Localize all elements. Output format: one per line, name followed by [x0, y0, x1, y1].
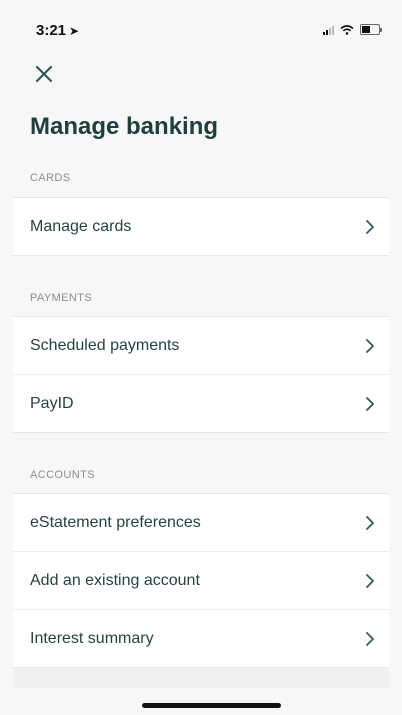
section-label-cards: CARDS — [30, 172, 71, 184]
page-title: Manage banking — [30, 113, 219, 140]
status-time: 3:21 ➤ — [36, 22, 79, 39]
home-indicator[interactable] — [142, 703, 281, 708]
section-label-payments: PAYMENTS — [30, 292, 93, 304]
row-estatement-preferences[interactable]: eStatement preferences — [13, 494, 389, 552]
chevron-right-icon — [366, 573, 374, 588]
status-icons — [323, 24, 382, 35]
location-arrow-icon: ➤ — [69, 24, 80, 38]
manage-banking-screen: 3:21 ➤ Manage banking CARDS Manage cards … — [0, 0, 402, 715]
chevron-right-icon — [366, 631, 374, 646]
chevron-right-icon — [366, 338, 374, 353]
chevron-right-icon — [366, 219, 374, 234]
row-manage-cards[interactable]: Manage cards — [13, 198, 389, 255]
status-bar: 3:21 ➤ — [0, 0, 402, 50]
chevron-right-icon — [366, 515, 374, 530]
row-label: Add an existing account — [30, 571, 200, 589]
row-add-existing-account[interactable]: Add an existing account — [13, 552, 389, 610]
row-label: Interest summary — [30, 629, 154, 647]
accounts-group: eStatement preferences Add an existing a… — [13, 493, 389, 668]
chevron-right-icon — [366, 396, 374, 411]
row-scheduled-payments[interactable]: Scheduled payments — [13, 317, 389, 375]
cards-group: Manage cards — [13, 197, 389, 256]
row-label: Manage cards — [30, 217, 132, 235]
section-label-accounts: ACCOUNTS — [30, 469, 95, 481]
signal-icon — [323, 25, 334, 35]
wifi-icon — [340, 25, 354, 35]
time-text: 3:21 — [36, 22, 67, 39]
battery-icon — [360, 24, 382, 35]
row-label: eStatement preferences — [30, 513, 201, 531]
payments-group: Scheduled payments PayID — [13, 316, 389, 433]
row-payid[interactable]: PayID — [13, 375, 389, 432]
row-label: PayID — [30, 394, 74, 412]
row-interest-summary[interactable]: Interest summary — [13, 610, 389, 667]
close-icon[interactable] — [30, 60, 58, 88]
row-label: Scheduled payments — [30, 336, 180, 354]
bottom-spacer — [13, 668, 389, 688]
